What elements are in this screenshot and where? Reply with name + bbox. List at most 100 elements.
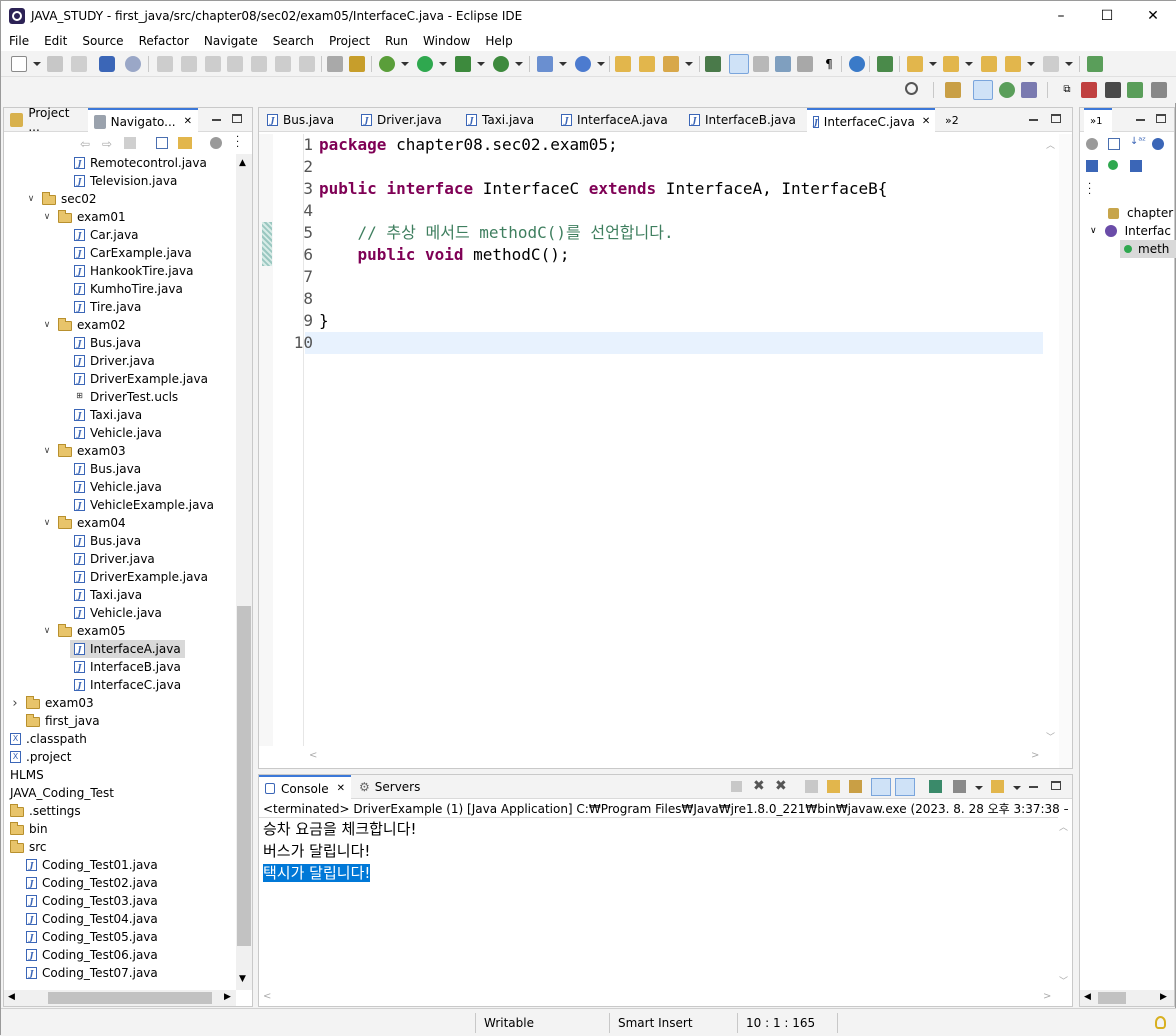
outline-item-method[interactable]: meth [1120, 240, 1176, 258]
close-button[interactable]: ✕ [1130, 1, 1176, 31]
tree-item[interactable]: J Taxi.java [74, 406, 142, 424]
forward-nav-icon[interactable]: ⇨ [102, 137, 112, 151]
tree-item[interactable]: J DriverExample.java [74, 568, 208, 586]
coverage-dropdown-icon[interactable] [477, 62, 485, 66]
chevron-right-icon[interactable]: › [10, 694, 20, 712]
pin-console-icon[interactable] [929, 780, 942, 793]
tree-item[interactable]: ∨ exam01 [44, 208, 126, 226]
outline-horizontal-scrollbar[interactable]: ◀ ▶ [1080, 990, 1174, 1006]
hide-nonpublic-icon[interactable] [1108, 160, 1118, 170]
minimize-view-icon[interactable] [212, 119, 221, 121]
suspend-icon[interactable] [181, 56, 197, 72]
new-icon[interactable] [11, 56, 27, 72]
code-line[interactable]: // 추상 메서드 methodC()를 선언합니다. [319, 222, 674, 244]
filter-icon[interactable] [210, 137, 222, 149]
tree-item[interactable]: J HankookTire.java [74, 262, 193, 280]
tree-item[interactable]: › exam03 [12, 694, 93, 712]
external-tools-icon[interactable] [493, 56, 509, 72]
display-console-icon[interactable] [953, 780, 966, 793]
tree-item[interactable]: ∨ exam03 [44, 442, 126, 460]
new-class-dropdown-icon[interactable] [597, 62, 605, 66]
close-icon[interactable]: ✕ [184, 116, 192, 127]
maximize-button[interactable]: ☐ [1084, 1, 1130, 31]
back-icon[interactable] [1005, 56, 1021, 72]
collapse-all-icon[interactable] [1108, 138, 1120, 150]
tree-item[interactable]: J Coding_Test04.java [26, 910, 158, 928]
minimize-button[interactable]: – [1038, 1, 1084, 31]
up-icon[interactable] [124, 137, 136, 149]
filter-icon[interactable] [1086, 138, 1098, 150]
disconnect-icon[interactable] [227, 56, 243, 72]
tab-interfacec-java[interactable]: J InterfaceC.java ✕ [807, 108, 935, 133]
tree-item[interactable]: J Vehicle.java [74, 478, 162, 496]
problems-view-icon[interactable] [1127, 82, 1143, 98]
code-line[interactable]: public interface InterfaceC extends Inte… [319, 178, 887, 200]
tab-project-explorer[interactable]: Project ... [4, 106, 88, 134]
word-wrap-console-icon[interactable] [849, 780, 862, 793]
tab-interfaceb-java[interactable]: J InterfaceB.java [683, 108, 802, 132]
maximize-view-icon[interactable] [1156, 114, 1166, 123]
hscroll-thumb[interactable] [1098, 992, 1126, 1004]
chevron-down-icon[interactable]: ∨ [42, 622, 52, 640]
show-whitespace-icon[interactable] [775, 56, 791, 72]
scroll-down-icon[interactable]: ﹀ [1046, 730, 1055, 743]
new-dropdown-icon[interactable] [33, 62, 41, 66]
tab-overflow[interactable]: »2 [939, 108, 965, 132]
menu-navigate[interactable]: Navigate [196, 34, 265, 48]
new-java-project-icon[interactable] [537, 56, 553, 72]
back-nav-icon[interactable]: ⇦ [80, 137, 90, 151]
scroll-up-icon[interactable]: ▲ [239, 158, 246, 168]
tab-outline-overflow[interactable]: »1 [1084, 108, 1112, 133]
step-over-icon[interactable] [275, 56, 291, 72]
status-cursor-position[interactable]: 10 : 1 : 165 [737, 1013, 837, 1033]
clear-console-icon[interactable] [805, 780, 818, 793]
word-wrap-icon[interactable] [327, 56, 343, 72]
scroll-lock-icon[interactable] [827, 780, 840, 793]
remove-all-terminated-icon[interactable]: ✖ [775, 778, 787, 794]
maximize-view-icon[interactable] [1051, 114, 1061, 123]
tree-item[interactable]: J Television.java [74, 172, 177, 190]
resume-icon[interactable] [157, 56, 173, 72]
remove-launch-icon[interactable]: ✖ [753, 778, 765, 794]
editor-horizontal-scrollbar[interactable]: < > [305, 748, 1043, 764]
tree-item[interactable]: J Coding_Test05.java [26, 928, 158, 946]
search-dropdown-icon[interactable] [685, 62, 693, 66]
tree-item[interactable]: bin [10, 820, 48, 838]
scroll-right-icon[interactable]: ▶ [1160, 992, 1167, 1002]
tree-item[interactable]: J Vehicle.java [74, 424, 162, 442]
console-vertical-scrollbar[interactable]: ︿ ﹀ [1056, 818, 1072, 988]
previous-annotation-icon[interactable] [943, 56, 959, 72]
tree-item[interactable]: J Bus.java [74, 532, 141, 550]
java-perspective-icon[interactable] [973, 80, 993, 100]
open-console-icon[interactable] [991, 780, 1004, 793]
code-line[interactable]: public void methodC(); [319, 244, 570, 266]
next-annotation-icon[interactable] [907, 56, 923, 72]
show-console-stderr-icon[interactable] [895, 778, 915, 796]
tree-item[interactable]: J InterfaceC.java [74, 676, 181, 694]
menu-file[interactable]: File [1, 34, 36, 48]
git-icon[interactable] [877, 56, 893, 72]
tree-item[interactable]: ∨ sec02 [28, 190, 97, 208]
outline-view-icon[interactable] [1081, 82, 1097, 98]
chevron-down-icon[interactable]: ∨ [42, 514, 52, 532]
tree-item[interactable]: ⊞ DriverTest.ucls [74, 388, 178, 406]
minimize-view-icon[interactable] [1136, 119, 1145, 121]
search-tool-icon[interactable] [663, 56, 679, 72]
tree-item[interactable]: J Driver.java [74, 550, 155, 568]
editor-vertical-scrollbar[interactable]: ︿ ﹀ [1043, 134, 1059, 746]
hide-fields-icon[interactable] [1152, 138, 1164, 150]
navigator-horizontal-scrollbar[interactable]: ◀ ▶ [4, 990, 236, 1006]
console-view-icon[interactable] [1105, 82, 1121, 98]
debug-perspective-icon[interactable] [999, 82, 1015, 98]
tree-item[interactable]: src [10, 838, 47, 856]
tab-navigator[interactable]: Navigato... ✕ [88, 108, 198, 133]
console-horizontal-scrollbar[interactable]: < > [259, 989, 1056, 1005]
tree-item[interactable]: J CarExample.java [74, 244, 192, 262]
code-line[interactable]: package chapter08.sec02.exam05; [319, 134, 618, 156]
hide-static-icon[interactable] [1086, 160, 1098, 172]
tip-lightbulb-icon[interactable] [1155, 1016, 1166, 1029]
tree-item[interactable]: J Bus.java [74, 460, 141, 478]
scroll-thumb[interactable] [237, 606, 251, 946]
tree-item[interactable]: ∨ exam02 [44, 316, 126, 334]
hscroll-thumb[interactable] [48, 992, 212, 1004]
